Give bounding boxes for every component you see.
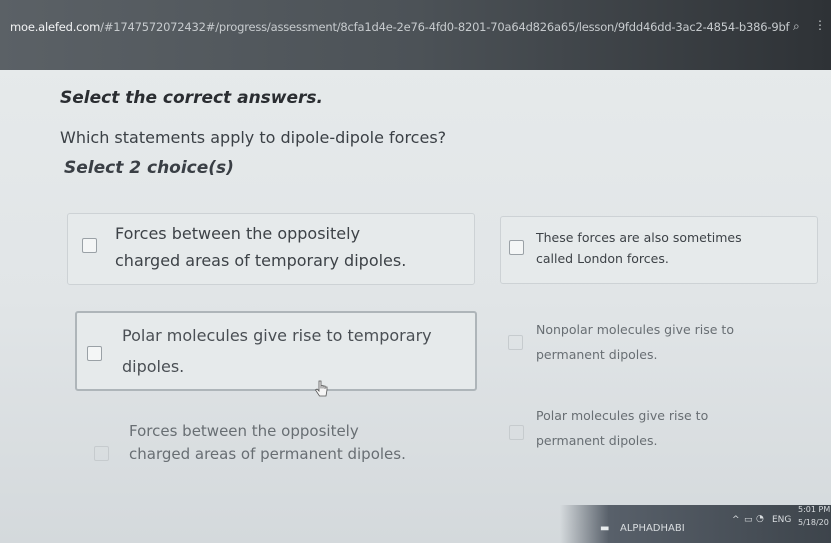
instruction-text: Select 2 choice(s) xyxy=(64,158,234,178)
choice-2[interactable]: These forces are also sometimes called L… xyxy=(500,216,818,284)
question-text: Which statements apply to dipole-dipole … xyxy=(60,128,447,147)
choice-1-line1: Forces between the oppositely xyxy=(115,224,361,243)
checkbox-icon[interactable] xyxy=(508,335,523,350)
chevron-up-icon[interactable]: ^ xyxy=(732,515,740,525)
choice-4[interactable]: Nonpolar molecules give rise to permanen… xyxy=(500,312,818,384)
hand-cursor-icon xyxy=(314,380,328,397)
choice-2-line1: These forces are also sometimes xyxy=(536,230,742,245)
choice-4-line1: Nonpolar molecules give rise to xyxy=(536,322,734,337)
choice-6[interactable]: Polar molecules give rise to permanent d… xyxy=(505,400,815,460)
zoom-icon[interactable]: ⌕ xyxy=(793,19,800,34)
choice-2-line2: called London forces. xyxy=(536,251,669,267)
checkbox-icon[interactable] xyxy=(94,446,109,461)
url-path: /#1747572072432#/progress/assessment/8cf… xyxy=(100,20,790,34)
choice-5-line1: Forces between the oppositely xyxy=(129,422,359,440)
taskbar: ▬ ALPHADHABI ^ ▭ ◔ ENG 5:01 PM 5/18/20 xyxy=(560,505,831,543)
choice-3-line2: dipoles. xyxy=(122,357,185,377)
checkbox-icon[interactable] xyxy=(87,346,102,361)
choice-6-line1: Polar molecules give rise to xyxy=(536,408,709,423)
choice-1[interactable]: Forces between the oppositely charged ar… xyxy=(67,213,475,285)
browser-bar: moe.alefed.com/#1747572072432#/progress/… xyxy=(0,0,831,70)
choice-3-line1: Polar molecules give rise to temporary xyxy=(122,326,432,345)
clock-time: 5:01 PM xyxy=(798,505,831,514)
page-title: Select the correct answers. xyxy=(60,88,323,108)
url-host: moe.alefed.com xyxy=(10,20,101,34)
kebab-menu-icon[interactable]: ⋮ xyxy=(814,18,826,32)
clock-date: 5/18/20 xyxy=(798,518,829,527)
checkbox-icon[interactable] xyxy=(509,240,524,255)
taskbar-app-icon[interactable]: ▬ xyxy=(600,523,609,534)
choice-5-line2: charged areas of permanent dipoles. xyxy=(129,445,406,464)
checkbox-icon[interactable] xyxy=(509,425,524,440)
address-bar[interactable]: moe.alefed.com/#1747572072432#/progress/… xyxy=(10,15,790,39)
choice-3[interactable]: Polar molecules give rise to temporary d… xyxy=(75,311,477,391)
choice-4-line2: permanent dipoles. xyxy=(536,347,658,362)
language-indicator[interactable]: ENG xyxy=(772,515,791,525)
choice-6-line2: permanent dipoles. xyxy=(536,433,658,448)
battery-icon: ▭ xyxy=(744,515,753,525)
wifi-icon: ◔ xyxy=(756,514,764,524)
choice-5[interactable]: Forces between the oppositely charged ar… xyxy=(88,415,478,483)
checkbox-icon[interactable] xyxy=(82,238,97,253)
taskbar-user[interactable]: ALPHADHABI xyxy=(620,523,685,534)
choice-1-line2: charged areas of temporary dipoles. xyxy=(115,251,407,271)
